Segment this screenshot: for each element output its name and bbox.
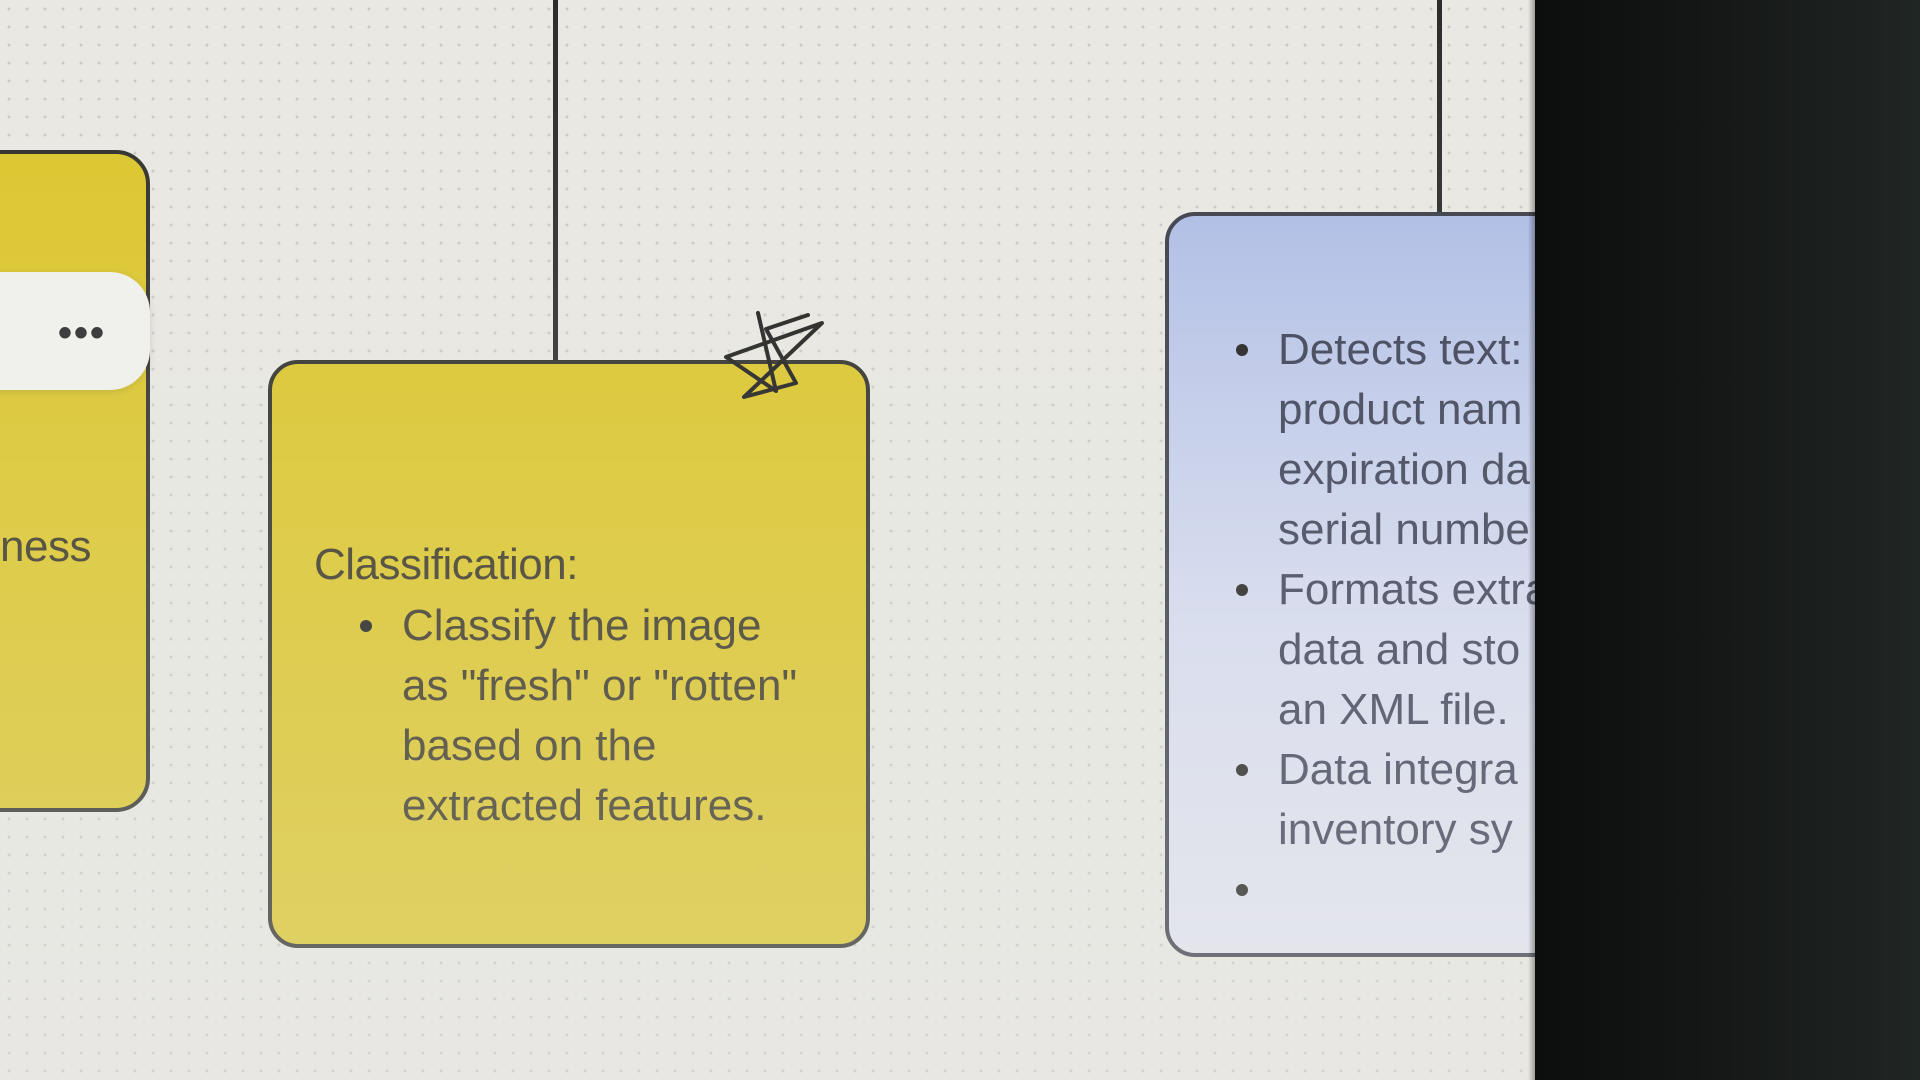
text-detection-line: Data integra [1235,740,1535,800]
connector-line [1437,0,1442,218]
more-horizontal-icon[interactable]: ••• [58,313,106,353]
text-detection-line: product nam [1278,385,1523,434]
classification-bullet-line: based on the [402,721,657,770]
text-detection-bullet-list: Detects text: product nam expiration da … [1235,320,1535,896]
text-detection-line: Formats extra [1235,560,1535,620]
text-detection-line: an XML file. [1278,685,1509,734]
classification-bullet-line: extracted features. [402,781,767,830]
connector-line [553,0,558,365]
left-node-label: ness [0,522,91,571]
classification-bullet-line: Classify the image [359,596,797,656]
text-detection-line: data and sto [1278,625,1521,674]
star-icon [724,311,824,399]
classification-bullet-line: as "fresh" or "rotten" [402,661,798,710]
diagram-canvas[interactable]: ness ••• Classification: Classify the im… [0,0,1535,1080]
classification-title: Classification: [314,540,578,589]
classification-bullet-list: Classify the image as "fresh" or "rotten… [359,596,798,836]
text-detection-line: inventory sy [1278,805,1513,854]
text-detection-line: Detects text: [1235,320,1535,380]
flow-node-left[interactable] [0,150,150,812]
text-detection-line: serial numbe [1278,505,1530,554]
text-detection-line: expiration da [1278,445,1530,494]
monitor-bezel [1535,0,1920,1080]
